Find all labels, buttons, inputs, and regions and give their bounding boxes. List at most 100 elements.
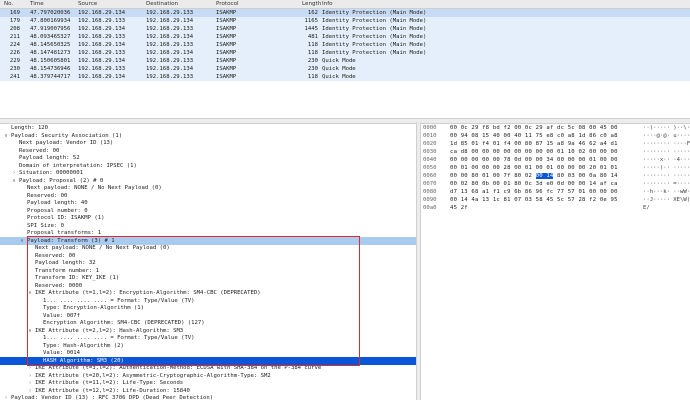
hex-offset: 0050 bbox=[423, 165, 437, 171]
col-protocol[interactable]: Protocol bbox=[216, 1, 239, 7]
packet-cell-no: 224 bbox=[9, 41, 20, 48]
packet-cell-dst: 192.168.29.133 bbox=[146, 25, 194, 32]
packet-cell-len: 118 bbox=[307, 73, 318, 80]
packet-cell-dst: 192.168.29.133 bbox=[146, 41, 194, 48]
packet-cell-len: 162 bbox=[307, 9, 318, 16]
packet-cell-src: 192.168.29.134 bbox=[78, 25, 126, 32]
col-time[interactable]: Time bbox=[30, 1, 44, 7]
packet-cell-no: 211 bbox=[9, 33, 20, 40]
packet-cell-len: 118 bbox=[307, 41, 318, 48]
hex-bytes: ca d8 00 00 00 00 00 00 00 00 01 10 02 0… bbox=[450, 148, 618, 156]
packet-cell-time: 48.147481273 bbox=[30, 49, 71, 56]
packet-row[interactable]: 241 48.379744717 192.168.29.134 192.168.29.… bbox=[0, 73, 690, 81]
hex-bytes: 45 2f bbox=[450, 204, 468, 212]
packet-cell-time: 47.800169934 bbox=[30, 17, 71, 24]
detail-line[interactable]: › Payload: Vendor ID (13) : RFC 3706 DPD … bbox=[0, 394, 416, 400]
packet-cell-info: Identity Protection (Main Mode) bbox=[322, 9, 427, 16]
packet-cell-time: 48.150605801 bbox=[30, 57, 71, 64]
hex-bytes-pre: ca d8 00 00 00 00 00 00 00 00 01 10 02 0… bbox=[450, 149, 618, 155]
packet-cell-src: 192.168.29.134 bbox=[78, 41, 126, 48]
packet-cell-proto: ISAKMP bbox=[216, 57, 237, 64]
packet-cell-time: 47.797020036 bbox=[30, 9, 71, 16]
col-source[interactable]: Source bbox=[78, 1, 97, 7]
col-destination[interactable]: Destination bbox=[146, 1, 178, 7]
packet-cell-len: 230 bbox=[307, 65, 318, 72]
hex-offset: 0000 bbox=[423, 125, 437, 131]
hex-ascii: ········ ········ bbox=[643, 149, 690, 155]
packet-cell-dst: 192.168.29.134 bbox=[146, 33, 194, 40]
hex-ascii: ········ =······· bbox=[643, 181, 690, 187]
hex-bytes-selected: 00 14 bbox=[535, 173, 554, 179]
packet-bytes-pane[interactable]: 0000 00 0c 29 f8 bd f2 00 0c 29 af dc 5c … bbox=[421, 124, 690, 400]
packet-cell-no: 169 bbox=[9, 9, 20, 16]
hex-bytes-pre: 00 00 00 00 00 78 0d 00 00 34 00 00 00 0… bbox=[450, 157, 618, 163]
packet-cell-dst: 192.168.29.133 bbox=[146, 73, 194, 80]
packet-cell-info: Identity Protection (Main Mode) bbox=[322, 49, 427, 56]
detail-text: Payload: Vendor ID (13) : RFC 3706 DPD (… bbox=[11, 395, 214, 400]
hex-bytes: 00 0c 29 f8 bd f2 00 0c 29 af dc 5c 08 0… bbox=[450, 124, 618, 132]
packet-cell-no: 226 bbox=[9, 49, 20, 56]
hex-bytes-pre: 00 14 4a 13 1c 81 07 03 58 45 5c 57 28 f… bbox=[450, 197, 618, 203]
wireshark-window: No. Time Source Destination Protocol Len… bbox=[0, 0, 690, 400]
packet-row[interactable]: 208 47.919007956 192.168.29.134 192.168.29.… bbox=[0, 25, 690, 33]
packet-cell-proto: ISAKMP bbox=[216, 65, 237, 72]
packet-row[interactable]: 179 47.800169934 192.168.29.133 192.168.29.… bbox=[0, 17, 690, 25]
col-info[interactable]: Info bbox=[322, 1, 333, 7]
packet-cell-no: 208 bbox=[9, 25, 20, 32]
packet-cell-no: 241 bbox=[9, 73, 20, 80]
packet-cell-len: 230 bbox=[307, 57, 318, 64]
hex-ascii: E/ bbox=[643, 205, 650, 211]
packet-cell-len: 1165 bbox=[304, 17, 318, 24]
packet-row[interactable]: 211 48.093465327 192.168.29.133 192.168.29.… bbox=[0, 33, 690, 41]
collapsed-arrow-icon[interactable]: › bbox=[3, 394, 9, 400]
packet-cell-dst: 192.168.29.134 bbox=[146, 65, 194, 72]
hex-ascii: ·····x·· ·4······ bbox=[643, 157, 690, 163]
packet-cell-time: 47.919007956 bbox=[30, 25, 71, 32]
packet-cell-src: 192.168.29.133 bbox=[78, 65, 126, 72]
packet-cell-len: 1445 bbox=[304, 25, 318, 32]
packet-cell-no: 230 bbox=[9, 65, 20, 72]
packet-cell-src: 192.168.29.134 bbox=[78, 57, 126, 64]
packet-cell-info: Quick Mode bbox=[322, 57, 356, 64]
hex-ascii: ··J····· XE\W(··· bbox=[643, 197, 690, 203]
hex-bytes: 1d 85 01 f4 01 f4 00 80 87 15 a8 9a 46 6… bbox=[450, 140, 618, 148]
hex-bytes-pre: 00 00 80 01 00 7f 80 02 bbox=[450, 173, 536, 179]
packet-cell-time: 48.093465327 bbox=[30, 33, 71, 40]
hex-ascii: ·····(·· ····· ·· bbox=[643, 165, 690, 171]
hex-bytes: 00 94 08 15 40 00 40 11 75 e8 c0 a8 1d 8… bbox=[450, 132, 618, 140]
packet-details-tree[interactable]: Length: 120 ∨ Payload: Security Associatio… bbox=[0, 124, 416, 400]
packet-cell-time: 48.154736946 bbox=[30, 65, 71, 72]
hex-offset: 0040 bbox=[423, 157, 437, 163]
packet-cell-src: 192.168.29.133 bbox=[78, 33, 126, 40]
hex-bytes: d7 13 68 a1 f1 c9 6b 86 96 fc 77 57 01 0… bbox=[450, 188, 618, 196]
hex-offset: 0080 bbox=[423, 189, 437, 195]
hex-bytes: 00 14 4a 13 1c 81 07 03 58 45 5c 57 28 f… bbox=[450, 196, 618, 204]
packet-cell-proto: ISAKMP bbox=[216, 33, 237, 40]
hex-offset: 0060 bbox=[423, 173, 437, 179]
hex-ascii: ··)····· )··\··E· bbox=[643, 125, 690, 131]
col-no[interactable]: No. bbox=[4, 1, 13, 7]
packet-cell-len: 118 bbox=[307, 49, 318, 56]
packet-cell-time: 48.379744717 bbox=[30, 73, 71, 80]
packet-row[interactable]: 229 48.150605801 192.168.29.134 192.168.29.… bbox=[0, 57, 690, 65]
hex-bytes-pre: d7 13 68 a1 f1 c9 6b 86 96 fc 77 57 01 0… bbox=[450, 189, 618, 195]
hex-bytes: 00 01 00 00 00 28 00 01 00 01 00 00 00 2… bbox=[450, 164, 618, 172]
packet-row[interactable]: 226 48.147481273 192.168.29.133 192.168.29.… bbox=[0, 49, 690, 57]
packet-list[interactable]: No. Time Source Destination Protocol Len… bbox=[0, 0, 690, 82]
hex-bytes-pre: 00 02 80 0b 00 01 80 0c 3d e0 0d 00 00 1… bbox=[450, 181, 618, 187]
packet-cell-dst: 192.168.29.134 bbox=[146, 17, 194, 24]
packet-row[interactable]: 169 47.797020036 192.168.29.134 192.168.29.… bbox=[0, 9, 690, 17]
hex-bytes-pre: 1d 85 01 f4 01 f4 00 80 87 15 a8 9a 46 6… bbox=[450, 141, 618, 147]
packet-cell-proto: ISAKMP bbox=[216, 25, 237, 32]
packet-row[interactable]: 224 48.145650325 192.168.29.134 192.168.29.… bbox=[0, 41, 690, 49]
hex-bytes-pre: 45 2f bbox=[450, 205, 468, 211]
hex-bytes-pre: 00 94 08 15 40 00 40 11 75 e8 c0 a8 1d 8… bbox=[450, 133, 618, 139]
packet-cell-dst: 192.168.29.133 bbox=[146, 9, 194, 16]
col-length[interactable]: Length bbox=[302, 1, 321, 7]
hex-offset: 0090 bbox=[423, 197, 437, 203]
packet-cell-src: 192.168.29.133 bbox=[78, 49, 126, 56]
hex-ascii: ········ ········ bbox=[643, 173, 690, 179]
packet-row[interactable]: 230 48.154736946 192.168.29.133 192.168.29.… bbox=[0, 65, 690, 73]
hex-bytes: 00 00 80 01 00 7f 80 02 00 14 80 03 00 0… bbox=[450, 172, 618, 180]
packet-list-header: No. Time Source Destination Protocol Len… bbox=[0, 0, 690, 9]
